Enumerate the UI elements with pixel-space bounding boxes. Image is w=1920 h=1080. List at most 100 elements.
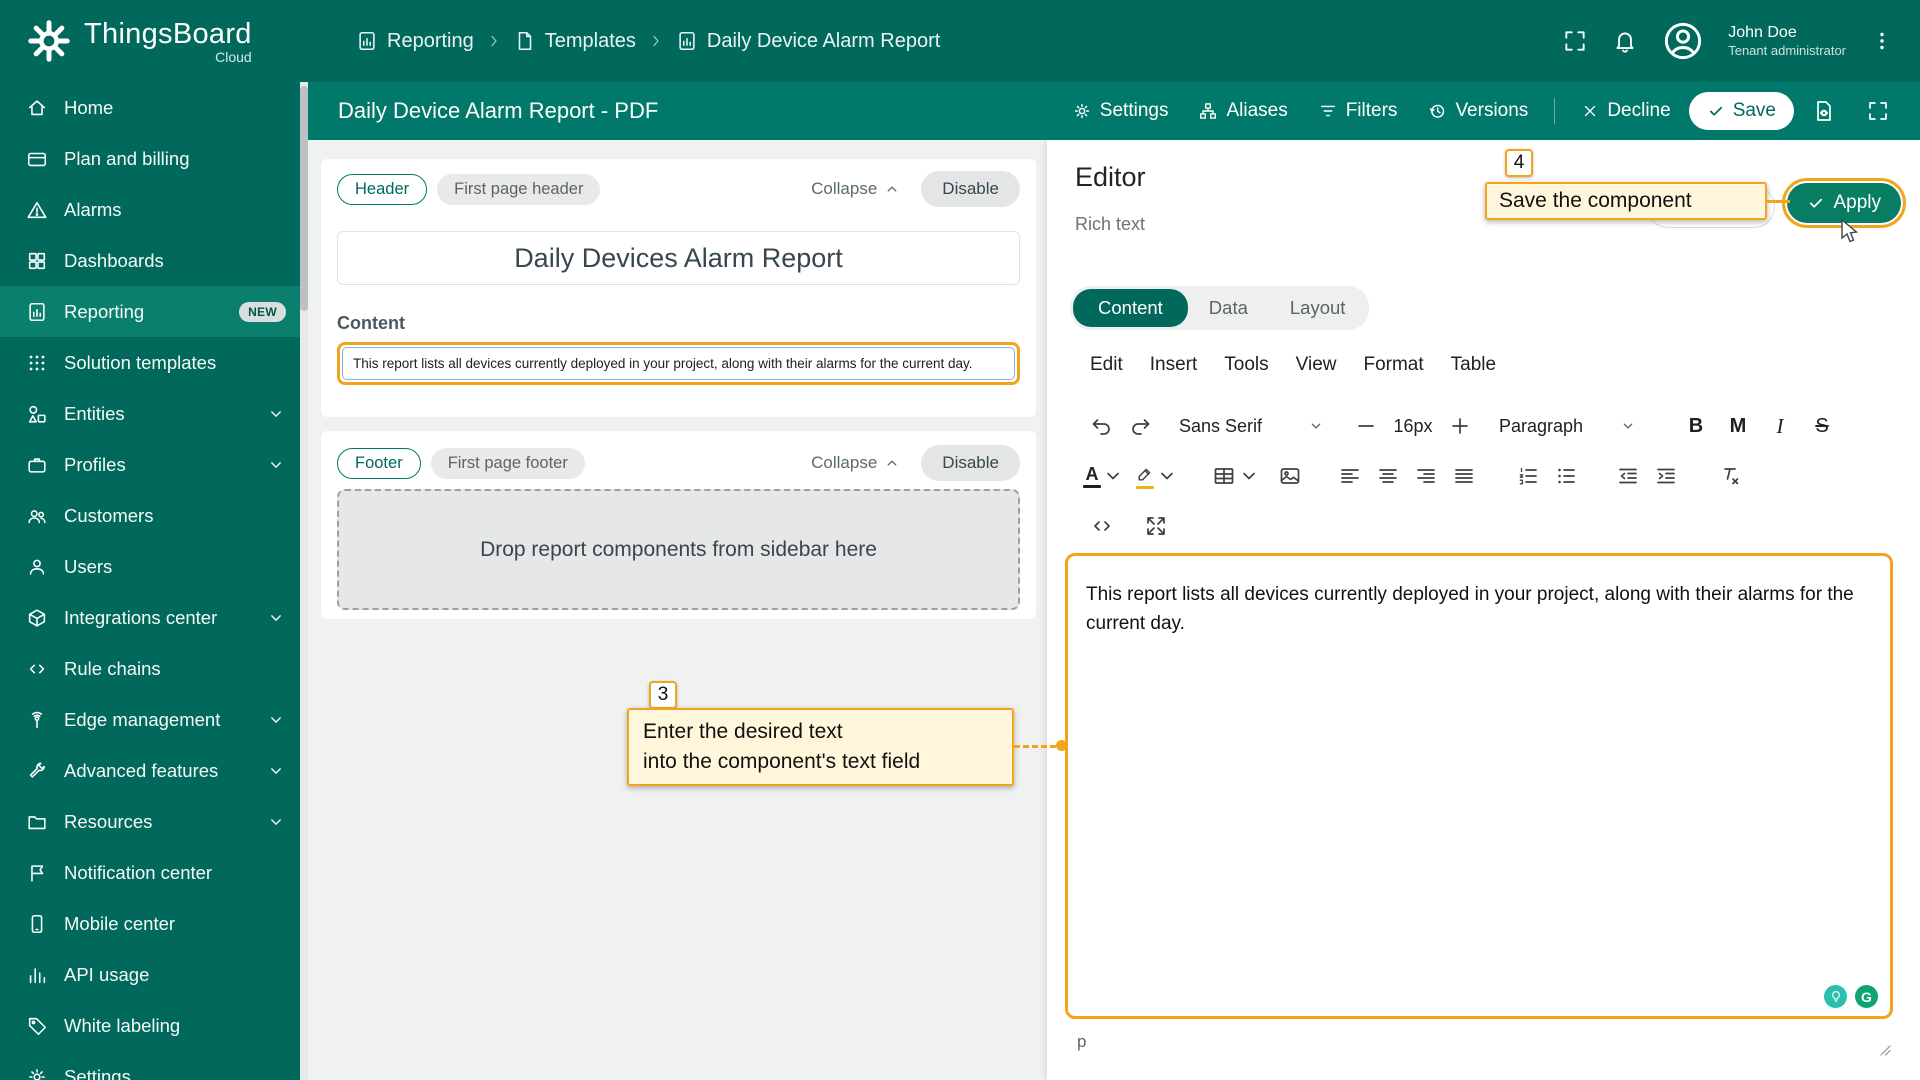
content-text-value[interactable]: This report lists all devices currently … <box>342 347 1015 380</box>
sidebar-item-resources[interactable]: Resources <box>0 796 300 847</box>
paragraph-select[interactable]: Paragraph <box>1493 416 1643 437</box>
filters-button[interactable]: Filters <box>1306 94 1410 128</box>
notifications-button[interactable] <box>1612 28 1638 54</box>
collapse-header-button[interactable]: Collapse <box>811 179 901 199</box>
source-code-button[interactable] <box>1083 507 1121 545</box>
sidebar-item-entities[interactable]: Entities <box>0 388 300 439</box>
sidebar-item-home[interactable]: Home <box>0 82 300 133</box>
sidebar-item-notification-center[interactable]: Notification center <box>0 847 300 898</box>
expand-editor-button[interactable] <box>1854 93 1902 129</box>
sidebar-item-dashboards[interactable]: Dashboards <box>0 235 300 286</box>
menu-view[interactable]: View <box>1296 354 1337 376</box>
grammarly-icon[interactable]: G <box>1855 985 1878 1008</box>
content-text-component[interactable]: This report lists all devices currently … <box>337 342 1020 385</box>
grammarly-tone-icon[interactable] <box>1824 985 1847 1008</box>
close-icon <box>1581 102 1599 120</box>
sidebar-item-solution-templates[interactable]: Solution templates <box>0 337 300 388</box>
settings-button[interactable]: Settings <box>1060 94 1181 128</box>
redo-icon <box>1128 414 1152 438</box>
avatar[interactable] <box>1662 20 1704 62</box>
indent-button[interactable] <box>1647 457 1685 495</box>
header-tab[interactable]: Header <box>337 173 428 205</box>
text-color-button[interactable]: A <box>1083 465 1101 488</box>
highlight-color-button[interactable] <box>1135 464 1155 489</box>
resize-grip[interactable] <box>1875 1040 1893 1058</box>
sidebar-item-profiles[interactable]: Profiles <box>0 439 300 490</box>
sidebar-item-plan-and-billing[interactable]: Plan and billing <box>0 133 300 184</box>
font-size-increase-button[interactable] <box>1441 407 1479 445</box>
clear-formatting-button[interactable] <box>1711 457 1749 495</box>
menu-table[interactable]: Table <box>1451 354 1496 376</box>
bold-button[interactable]: B <box>1679 415 1713 438</box>
menu-format[interactable]: Format <box>1363 354 1423 376</box>
sidebar-item-customers[interactable]: Customers <box>0 490 300 541</box>
align-center-button[interactable] <box>1369 457 1407 495</box>
sidebar-item-edge-management[interactable]: Edge management <box>0 694 300 745</box>
sidebar-item-integrations-center[interactable]: Integrations center <box>0 592 300 643</box>
sidebar-item-api-usage[interactable]: API usage <box>0 949 300 1000</box>
table-caret[interactable] <box>1237 457 1261 495</box>
first-page-header-tab[interactable]: First page header <box>437 173 601 205</box>
sidebar-item-advanced-features[interactable]: Advanced features <box>0 745 300 796</box>
sidebar-item-white-labeling[interactable]: White labeling <box>0 1000 300 1051</box>
aliases-button[interactable]: Aliases <box>1186 94 1299 128</box>
align-right-button[interactable] <box>1407 457 1445 495</box>
tab-data[interactable]: Data <box>1188 289 1269 327</box>
pdf-preview-button[interactable] <box>1800 93 1848 129</box>
undo-button[interactable] <box>1083 407 1121 445</box>
collapse-footer-button[interactable]: Collapse <box>811 453 901 473</box>
sidebar-item-rule-chains[interactable]: Rule chains <box>0 643 300 694</box>
sidebar-item-reporting[interactable]: Reporting NEW <box>0 286 300 337</box>
save-button[interactable]: Save <box>1688 92 1794 130</box>
font-family-select[interactable]: Sans Serif <box>1173 416 1331 437</box>
decline-button[interactable]: Decline <box>1569 94 1682 128</box>
richtext-menubar: Edit Insert Tools View Format Table <box>1090 354 1496 376</box>
brand[interactable]: ThingsBoard Cloud <box>0 18 308 65</box>
editor-decline-button[interactable] <box>1647 186 1775 228</box>
bulb-icon <box>1828 989 1844 1005</box>
richtext-content[interactable]: This report lists all devices currently … <box>1068 556 1890 639</box>
tab-content[interactable]: Content <box>1073 289 1188 327</box>
text-color-caret[interactable] <box>1101 457 1125 495</box>
font-size-value[interactable]: 16px <box>1385 416 1441 437</box>
font-size-decrease-button[interactable] <box>1347 407 1385 445</box>
breadcrumb-reporting[interactable]: Reporting <box>356 30 474 53</box>
align-justify-button[interactable] <box>1445 457 1483 495</box>
strikethrough-button[interactable]: S <box>1805 415 1839 438</box>
align-left-button[interactable] <box>1331 457 1369 495</box>
highlight-color-caret[interactable] <box>1155 457 1179 495</box>
disable-header-button[interactable]: Disable <box>921 171 1020 207</box>
versions-button[interactable]: Versions <box>1415 94 1540 128</box>
markdown-button[interactable]: M <box>1721 415 1755 438</box>
ordered-list-button[interactable] <box>1509 457 1547 495</box>
sidebar-item-settings[interactable]: Settings <box>0 1051 300 1080</box>
chevron-right-icon <box>486 33 502 49</box>
bullet-list-button[interactable] <box>1547 457 1585 495</box>
divider <box>1554 98 1556 124</box>
menu-edit[interactable]: Edit <box>1090 354 1123 376</box>
breadcrumb-templates[interactable]: Templates <box>514 30 636 53</box>
menu-insert[interactable]: Insert <box>1150 354 1198 376</box>
disable-footer-button[interactable]: Disable <box>921 445 1020 481</box>
tab-layout[interactable]: Layout <box>1269 289 1367 327</box>
sidebar-item-alarms[interactable]: Alarms <box>0 184 300 235</box>
report-title-component[interactable]: Daily Devices Alarm Report <box>337 231 1020 285</box>
menu-tools[interactable]: Tools <box>1224 354 1268 376</box>
sidebar-item-users[interactable]: Users <box>0 541 300 592</box>
footer-tab[interactable]: Footer <box>337 447 421 479</box>
kebab-menu-button[interactable] <box>1870 29 1894 53</box>
first-page-footer-tab[interactable]: First page footer <box>430 447 585 479</box>
sidebar-scrollbar[interactable] <box>300 82 308 1080</box>
redo-button[interactable] <box>1121 407 1159 445</box>
italic-button[interactable]: I <box>1763 414 1797 439</box>
footer-dropzone[interactable]: Drop report components from sidebar here <box>337 489 1020 610</box>
editor-fullscreen-button[interactable] <box>1137 507 1175 545</box>
insert-image-button[interactable] <box>1271 457 1309 495</box>
apply-button[interactable]: Apply <box>1787 183 1901 223</box>
sidebar-scrollbar-thumb[interactable] <box>300 86 308 311</box>
sidebar-item-mobile-center[interactable]: Mobile center <box>0 898 300 949</box>
richtext-content-area[interactable]: This report lists all devices currently … <box>1065 553 1893 1019</box>
fullscreen-button[interactable] <box>1562 28 1588 54</box>
outdent-button[interactable] <box>1609 457 1647 495</box>
breadcrumb-current[interactable]: Daily Device Alarm Report <box>676 30 940 53</box>
